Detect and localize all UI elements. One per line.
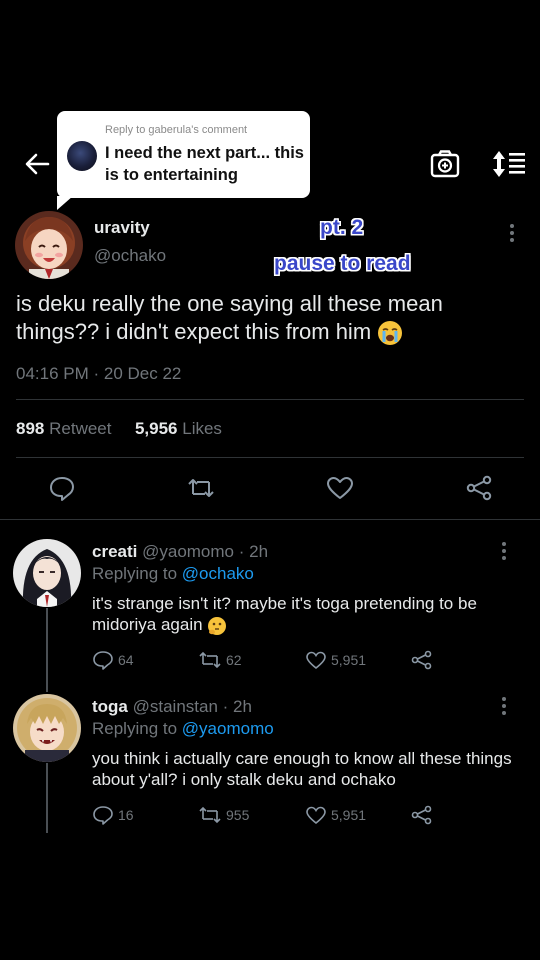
reply-count: 64 xyxy=(118,652,134,668)
reply-context-label: Reply to gaberula's comment xyxy=(105,124,248,136)
reply-like-action[interactable]: 5,951 xyxy=(305,650,366,670)
reply-icon[interactable] xyxy=(47,474,77,502)
thread-line xyxy=(46,763,48,833)
reply-header[interactable]: creati @yaomomo · 2h xyxy=(92,542,268,562)
reply-text: it's strange isn't it? maybe it's toga p… xyxy=(92,594,477,636)
more-vertical-icon[interactable] xyxy=(494,695,514,717)
thread-line xyxy=(46,608,48,692)
share-icon[interactable] xyxy=(410,650,434,670)
reply-comment-text: I need the next part... this is to enter… xyxy=(105,144,304,184)
avatar[interactable] xyxy=(15,211,83,279)
like-count: 5,951 xyxy=(331,807,367,823)
back-arrow-icon[interactable] xyxy=(20,148,54,180)
replying-to-link[interactable]: @ochako xyxy=(182,564,254,583)
reply-to-comment-bubble: Reply to gaberula's comment I need the n… xyxy=(57,111,310,198)
replying-to: Replying to @ochako xyxy=(92,564,254,583)
overlay-pause-label: pause to read xyxy=(274,252,411,275)
like-heart-icon[interactable] xyxy=(325,474,355,502)
reply-author-name: toga xyxy=(92,697,128,716)
reply-avatar[interactable] xyxy=(13,694,81,762)
share-icon[interactable] xyxy=(410,805,434,825)
retweet-icon[interactable] xyxy=(186,474,216,502)
reply-retweet-action[interactable]: 62 xyxy=(198,650,242,670)
retweet-count: 955 xyxy=(226,807,250,823)
reply-count: 16 xyxy=(118,807,134,823)
share-icon[interactable] xyxy=(464,474,494,502)
divider xyxy=(0,519,540,520)
commenter-avatar xyxy=(67,141,97,171)
camera-icon[interactable] xyxy=(428,148,462,180)
author-handle[interactable]: @ochako xyxy=(94,246,166,266)
replying-to-link[interactable]: @yaomomo xyxy=(182,719,274,738)
sort-icon[interactable] xyxy=(489,148,529,180)
retweet-count: 62 xyxy=(226,652,242,668)
divider xyxy=(16,457,524,458)
retweet-label: Retweet xyxy=(49,419,112,438)
crying-emoji-icon xyxy=(377,320,403,346)
reply-handle-time: @yaomomo · 2h xyxy=(142,542,269,561)
more-vertical-icon[interactable] xyxy=(502,222,522,244)
reply-avatar[interactable] xyxy=(13,539,81,607)
reply-text: you think i actually care enough to know… xyxy=(92,749,512,789)
author-name[interactable]: uravity xyxy=(94,218,150,238)
reply-like-action[interactable]: 5,951 xyxy=(305,805,366,825)
more-vertical-icon[interactable] xyxy=(494,540,514,562)
likes-label: Likes xyxy=(182,419,222,438)
like-count: 5,951 xyxy=(331,652,367,668)
tweet-text: is deku really the one saying all these … xyxy=(16,290,516,346)
reply-handle-time: @stainstan · 2h xyxy=(132,697,252,716)
likes-count: 5,956 xyxy=(134,419,178,438)
divider xyxy=(16,399,524,400)
bubble-tail xyxy=(57,196,73,210)
reply-author-name: creati xyxy=(92,542,138,561)
tweet-timestamp: 04:16 PM · 20 Dec 22 xyxy=(16,364,182,383)
replying-to: Replying to @yaomomo xyxy=(92,719,274,738)
reply-comment-action[interactable]: 64 xyxy=(92,650,134,670)
retweet-count: 898 xyxy=(16,419,45,438)
overlay-part-label: pt. 2 xyxy=(320,216,364,239)
tweet-stats[interactable]: 898 Retweet 5,956 Likes xyxy=(16,419,222,439)
reply-retweet-action[interactable]: 955 xyxy=(198,805,249,825)
reply-header[interactable]: toga @stainstan · 2h xyxy=(92,697,252,717)
thinking-emoji-icon xyxy=(207,616,227,636)
reply-comment-action[interactable]: 16 xyxy=(92,805,134,825)
